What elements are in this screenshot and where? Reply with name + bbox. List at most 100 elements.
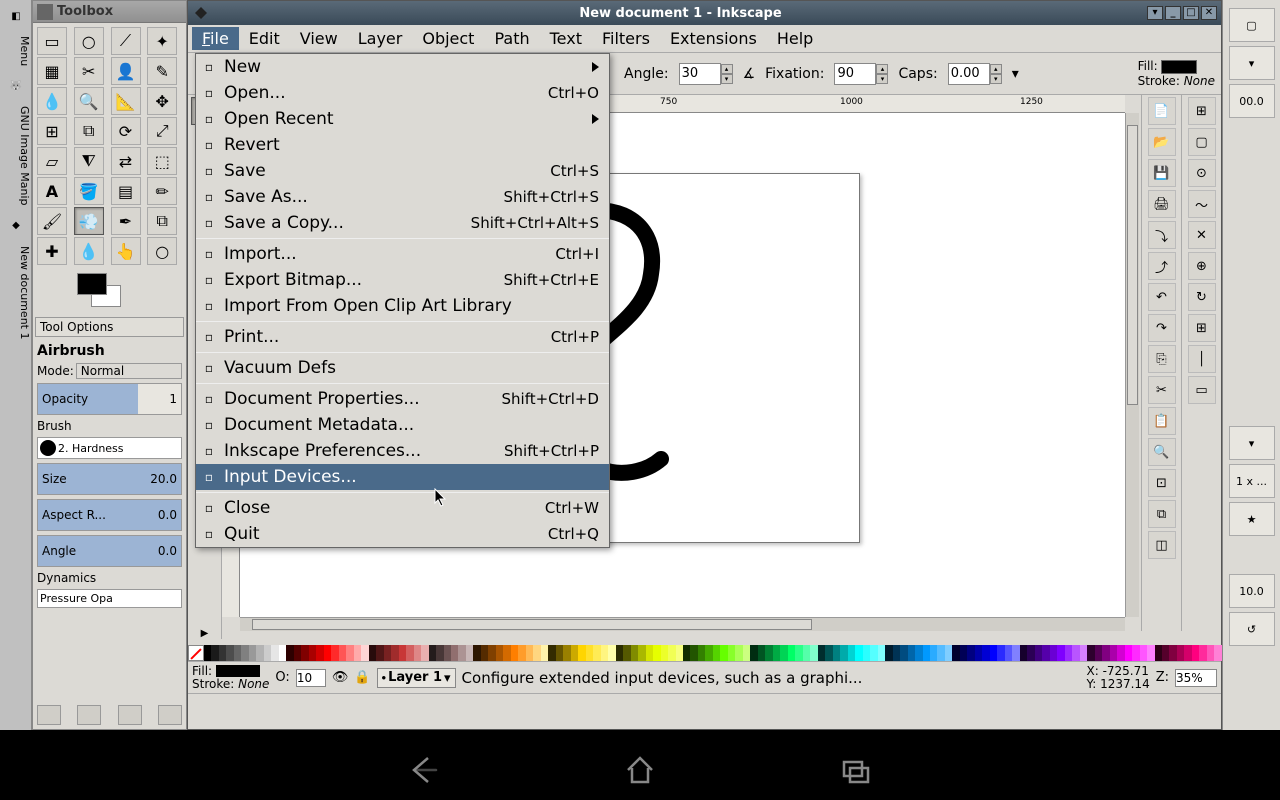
snap-rotation-icon[interactable]: ↻ — [1188, 283, 1216, 311]
palette-swatch[interactable] — [1184, 645, 1191, 661]
angle-down[interactable]: ▾ — [721, 74, 733, 84]
rs-val3[interactable]: 10.0 — [1229, 574, 1275, 608]
toolbar-dropdown-arrow[interactable]: ▾ — [1012, 66, 1019, 82]
palette-swatch[interactable] — [623, 645, 630, 661]
palette-swatch[interactable] — [331, 645, 338, 661]
file-menu-item[interactable]: ▫CloseCtrl+W — [196, 495, 609, 521]
status-fill-swatch[interactable] — [216, 665, 260, 677]
palette-swatch[interactable] — [765, 645, 772, 661]
palette-swatch[interactable] — [339, 645, 346, 661]
palette-swatch[interactable] — [406, 645, 413, 661]
menu-layer[interactable]: Layer — [348, 27, 413, 50]
palette-swatch[interactable] — [578, 645, 585, 661]
palette-swatch[interactable] — [608, 645, 615, 661]
toolbox-scroll-arrow[interactable]: ▶ — [201, 628, 209, 639]
palette-swatch[interactable] — [451, 645, 458, 661]
status-stroke-value[interactable]: None — [238, 677, 269, 691]
file-menu-item[interactable]: ▫Inkscape Preferences...Shift+Ctrl+P — [196, 438, 609, 464]
file-menu-item[interactable]: ▫Open...Ctrl+O — [196, 80, 609, 106]
palette-swatch[interactable] — [1087, 645, 1094, 661]
new-doc-icon[interactable]: 📄 — [1148, 97, 1176, 125]
file-menu-item[interactable]: ▫New — [196, 54, 609, 80]
palette-swatch[interactable] — [241, 645, 248, 661]
home-button[interactable] — [622, 752, 658, 788]
palette-swatch[interactable] — [653, 645, 660, 661]
menu-edit[interactable]: Edit — [239, 27, 290, 50]
palette-swatch[interactable] — [638, 645, 645, 661]
file-menu-item[interactable]: ▫Save a Copy...Shift+Ctrl+Alt+S — [196, 210, 609, 236]
palette-swatch[interactable] — [571, 645, 578, 661]
brush-selector[interactable]: 2. Hardness — [37, 437, 182, 459]
file-menu-item[interactable]: ▫Import From Open Clip Art Library — [196, 293, 609, 319]
angle-input[interactable] — [679, 63, 721, 85]
palette-swatch[interactable] — [234, 645, 241, 661]
palette-swatch[interactable] — [1020, 645, 1027, 661]
palette-swatch[interactable] — [773, 645, 780, 661]
caps-down[interactable]: ▾ — [990, 74, 1002, 84]
palette-swatch[interactable] — [384, 645, 391, 661]
palette-swatch[interactable] — [698, 645, 705, 661]
palette-swatch[interactable] — [870, 645, 877, 661]
palette-swatch[interactable] — [893, 645, 900, 661]
palette-swatch[interactable] — [533, 645, 540, 661]
close-button[interactable]: ✕ — [1201, 6, 1217, 20]
palette-swatch[interactable] — [713, 645, 720, 661]
menu-file[interactable]: File — [192, 27, 239, 50]
tool-pencil[interactable]: ✏ — [147, 177, 177, 205]
snap-path-icon[interactable]: ～ — [1188, 190, 1216, 218]
palette-swatch[interactable] — [219, 645, 226, 661]
palette-swatch[interactable] — [541, 645, 548, 661]
color-swatch[interactable] — [73, 273, 133, 313]
tool-cage[interactable]: ⬚ — [147, 147, 177, 175]
palette-swatch[interactable] — [818, 645, 825, 661]
palette-swatch[interactable] — [556, 645, 563, 661]
tool-zoom[interactable]: 🔍 — [74, 87, 104, 115]
palette-swatch[interactable] — [803, 645, 810, 661]
file-menu-item[interactable]: ▫Save As...Shift+Ctrl+S — [196, 184, 609, 210]
palette-swatch[interactable] — [1035, 645, 1042, 661]
palette-swatch[interactable] — [631, 645, 638, 661]
redo-icon[interactable]: ↷ — [1148, 314, 1176, 342]
tool-crop[interactable]: ⧉ — [74, 117, 104, 145]
palette-swatch[interactable] — [1214, 645, 1221, 661]
palette-swatch[interactable] — [436, 645, 443, 661]
palette-swatch[interactable] — [1162, 645, 1169, 661]
palette-swatch[interactable] — [414, 645, 421, 661]
layer-lock-icon[interactable]: 🔒 — [354, 670, 370, 685]
dock-inkscape-icon[interactable]: ◆ — [0, 210, 32, 242]
fill-swatch-top[interactable] — [1161, 60, 1197, 74]
opacity-o-input[interactable] — [296, 669, 326, 687]
fixation-down[interactable]: ▾ — [876, 74, 888, 84]
palette-swatch[interactable] — [690, 645, 697, 661]
palette-swatch[interactable] — [923, 645, 930, 661]
palette-swatch[interactable] — [945, 645, 952, 661]
inkscape-titlebar[interactable]: New document 1 - Inkscape ▾ _ □ ✕ — [188, 1, 1221, 25]
palette-swatch[interactable] — [646, 645, 653, 661]
menu-filters[interactable]: Filters — [592, 27, 660, 50]
palette-swatch[interactable] — [960, 645, 967, 661]
file-menu-item[interactable]: ▫Document Metadata... — [196, 412, 609, 438]
palette-swatch[interactable] — [1147, 645, 1154, 661]
palette-swatch[interactable] — [518, 645, 525, 661]
tool-scale[interactable]: ⤢ — [147, 117, 177, 145]
palette-swatch[interactable] — [399, 645, 406, 661]
palette-swatch[interactable] — [511, 645, 518, 661]
palette-swatch[interactable] — [885, 645, 892, 661]
opacity-slider[interactable]: Opacity 1 — [37, 383, 182, 415]
gimp-titlebar[interactable]: Toolbox — [33, 1, 186, 23]
tool-scissors[interactable]: ✂ — [74, 57, 104, 85]
tool-rotate[interactable]: ⟳ — [111, 117, 141, 145]
palette-swatch[interactable] — [256, 645, 263, 661]
palette-swatch[interactable] — [1102, 645, 1109, 661]
palette-swatch[interactable] — [1132, 645, 1139, 661]
dynamics-selector[interactable]: Pressure Opa — [37, 589, 182, 608]
open-icon[interactable]: 📂 — [1148, 128, 1176, 156]
tool-smudge[interactable]: 👆 — [111, 237, 141, 265]
snap-bbox-icon[interactable]: ▢ — [1188, 128, 1216, 156]
menu-help[interactable]: Help — [767, 27, 823, 50]
palette-swatch[interactable] — [780, 645, 787, 661]
palette-swatch[interactable] — [1095, 645, 1102, 661]
palette-swatch[interactable] — [346, 645, 353, 661]
cut-icon[interactable]: ✂ — [1148, 376, 1176, 404]
palette-swatch[interactable] — [758, 645, 765, 661]
